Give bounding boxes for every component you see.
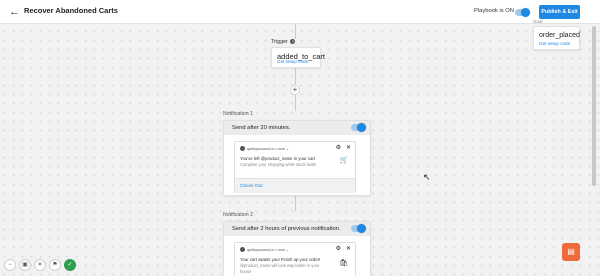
trigger-label: Trigger ? xyxy=(271,39,296,45)
connector-notif1-notif2 xyxy=(295,196,296,211)
toggle-knob xyxy=(357,123,366,132)
trigger-setup-link[interactable]: Get setup code xyxy=(277,59,308,64)
notification-1-button-row: Check Out xyxy=(235,178,355,193)
goal-event-name: order_placed xyxy=(539,32,580,39)
check-icon[interactable]: ✓ xyxy=(64,259,76,271)
settings-icon[interactable]: ⚙ xyxy=(336,145,341,151)
notification-1-actions: ⚙ ✕ xyxy=(331,144,351,151)
publish-exit-button[interactable]: Publish & Exit xyxy=(539,5,580,19)
checkout-button[interactable]: Check Out xyxy=(240,184,263,189)
close-icon[interactable]: ✕ xyxy=(34,259,46,271)
camera-icon[interactable]: ▣ xyxy=(19,259,31,271)
browser-icon xyxy=(240,146,245,151)
connector-plus-notif1 xyxy=(295,95,296,111)
notification-1-line1: You've left @product_name in your cart xyxy=(240,156,316,161)
help-icon[interactable]: ? xyxy=(290,39,296,45)
back-arrow-icon[interactable]: ← xyxy=(9,6,20,18)
canvas-tools: − ▣ ✕ ⚑ ✓ xyxy=(4,259,76,271)
notification-1-line2: Complete your shopping while stock lasts… xyxy=(240,162,317,167)
scrollbar[interactable] xyxy=(592,26,596,186)
chat-icon[interactable]: ▤ xyxy=(562,243,580,261)
connector-trigger-plus xyxy=(295,68,296,85)
notification-1-image-icon: 🛒 xyxy=(339,157,349,164)
settings-icon[interactable]: ⚙ xyxy=(336,246,341,252)
notification-2-line1: Your cart awaits you! Finish up your ord… xyxy=(240,257,321,262)
goal-card[interactable]: order_placed Get setup code xyxy=(533,26,580,50)
notification-1-preview: quirkyscoonut.in • now ⌄ ⚙ ✕ You've left … xyxy=(234,141,356,193)
flag-icon[interactable]: ⚑ xyxy=(49,259,61,271)
connector-top xyxy=(295,24,296,39)
close-icon[interactable]: ✕ xyxy=(346,145,351,151)
notification-2-preview: quirkyscoonut.in • now ⌄ ⚙ ✕ Your cart aw… xyxy=(234,242,356,276)
notification-2-schedule: Send after 2 hours of previous notificat… xyxy=(232,226,341,232)
goal-tag: Goal xyxy=(533,19,543,24)
browser-icon xyxy=(240,247,245,252)
notification-2-site: quirkyscoonut.in • now ⌄ xyxy=(240,247,289,252)
mouse-cursor-icon: ↖ xyxy=(423,172,431,182)
notification-2-actions: ⚙ ✕ xyxy=(331,245,351,252)
notification-1-site: quirkyscoonut.in • now ⌄ xyxy=(240,146,289,151)
notification-2-toggle[interactable] xyxy=(351,224,366,233)
notification-2-header: Send after 2 hours of previous notificat… xyxy=(224,222,370,236)
close-icon[interactable]: ✕ xyxy=(346,246,351,252)
notification-2-card[interactable]: Send after 2 hours of previous notificat… xyxy=(223,221,371,276)
notification-2-label: Notification 2 xyxy=(223,212,253,218)
notification-1-header: Send after 20 minutes. xyxy=(224,121,370,135)
notification-2-line3: house xyxy=(240,269,252,274)
toggle-knob xyxy=(521,7,530,17)
notification-1-schedule: Send after 20 minutes. xyxy=(232,125,291,131)
page-title: Recover Abandoned Carts xyxy=(24,6,118,15)
add-step-button[interactable]: + xyxy=(290,85,300,95)
toggle-knob xyxy=(357,224,366,233)
notification-1-label: Notification 1 xyxy=(223,111,253,117)
goal-setup-link[interactable]: Get setup code xyxy=(539,41,570,46)
trigger-card[interactable]: added_to_cart Get setup code xyxy=(271,47,325,68)
notification-1-card[interactable]: Send after 20 minutes. quirkyscoonut.in … xyxy=(223,120,371,196)
zoom-out-icon[interactable]: − xyxy=(4,259,16,271)
playbook-toggle[interactable] xyxy=(515,7,530,17)
notification-1-toggle[interactable] xyxy=(351,123,366,132)
notification-2-image-icon: 🛍 xyxy=(339,260,349,267)
notification-2-line2: @product_name will look way better in yo… xyxy=(240,263,320,268)
top-bar: ← Recover Abandoned Carts Playbook is ON… xyxy=(0,0,600,24)
playbook-status-label: Playbook is ON xyxy=(474,8,514,14)
